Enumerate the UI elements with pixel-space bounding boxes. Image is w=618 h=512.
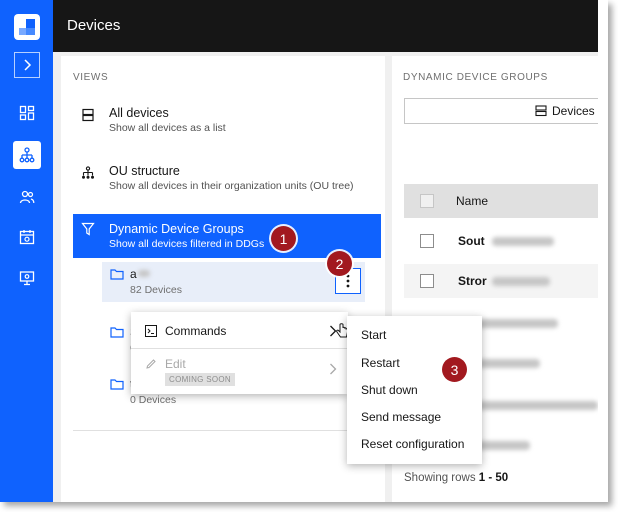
calendar-settings-icon xyxy=(19,230,35,245)
redacted-text xyxy=(492,237,554,246)
step-badge: 3 xyxy=(442,357,467,382)
row-name: Sout xyxy=(458,234,485,248)
group-name: a xyxy=(130,267,137,281)
commands-submenu: Start Restart Shut down Send message Res… xyxy=(347,316,482,464)
row-name: Stror xyxy=(458,274,487,288)
step-badge: 1 xyxy=(271,226,296,251)
app-window: Devices VIEWS All devices Show all devic… xyxy=(0,0,608,502)
app-logo xyxy=(14,14,40,40)
groups-section-label: DYNAMIC DEVICE GROUPS xyxy=(403,72,548,83)
group-count: 0 Devices xyxy=(130,394,177,406)
redacted-text xyxy=(474,359,540,368)
view-ou-structure[interactable]: OU structure Show all devices in their o… xyxy=(73,162,381,206)
submenu-item-restart[interactable]: Restart xyxy=(361,356,400,370)
torn-edge-shape xyxy=(598,0,608,502)
pagination-label: Showing rows xyxy=(404,472,476,484)
divider xyxy=(73,430,381,431)
content-area: VIEWS All devices Show all devices as a … xyxy=(53,52,608,502)
redacted-text xyxy=(474,401,598,410)
coming-soon-tag: COMING SOON xyxy=(165,373,235,386)
org-tree-icon xyxy=(19,147,35,163)
submenu-item-reset-configuration[interactable]: Reset configuration xyxy=(361,437,464,451)
rail-schedule[interactable] xyxy=(13,223,41,251)
menu-item-edit: Edit COMING SOON xyxy=(131,352,348,390)
redacted-text xyxy=(474,441,530,450)
group-count: 82 Devices xyxy=(130,284,182,296)
dashboard-icon xyxy=(19,105,35,121)
table-row[interactable]: Stror xyxy=(404,264,608,298)
view-desc: Show all devices as a list xyxy=(109,122,226,134)
rail-device-config[interactable] xyxy=(13,264,41,292)
row-checkbox[interactable] xyxy=(420,274,434,288)
submenu-item-start[interactable]: Start xyxy=(361,328,386,342)
folder-icon xyxy=(110,327,124,338)
terminal-icon xyxy=(145,325,157,337)
top-bar: Devices xyxy=(53,0,608,52)
view-all-devices[interactable]: All devices Show all devices as a list xyxy=(73,104,381,148)
redacted-text xyxy=(492,277,550,286)
menu-divider xyxy=(131,348,348,349)
org-tree-icon xyxy=(82,166,94,179)
menu-item-label: Edit xyxy=(165,357,186,371)
column-header-name[interactable]: Name xyxy=(456,194,488,208)
devices-tab-switcher[interactable]: Devices xyxy=(404,98,608,124)
chevron-right-icon xyxy=(24,59,32,71)
table-header: Name xyxy=(404,184,608,218)
select-all-checkbox[interactable] xyxy=(420,194,434,208)
menu-item-commands[interactable]: Commands xyxy=(131,316,348,346)
view-desc: Show all devices in their organization u… xyxy=(109,180,354,192)
view-title: Dynamic Device Groups xyxy=(109,222,244,236)
row-checkbox[interactable] xyxy=(420,234,434,248)
chevron-right-icon xyxy=(330,363,337,375)
table-row[interactable]: Sout xyxy=(404,224,608,258)
submenu-item-send-message[interactable]: Send message xyxy=(361,410,441,424)
filter-icon xyxy=(81,222,95,236)
folder-icon xyxy=(110,379,124,390)
expand-rail-button[interactable] xyxy=(14,52,40,78)
view-title: OU structure xyxy=(109,164,180,178)
users-icon xyxy=(19,190,35,204)
submenu-item-shut-down[interactable]: Shut down xyxy=(361,383,418,397)
views-panel: VIEWS All devices Show all devices as a … xyxy=(61,56,385,502)
pencil-icon xyxy=(146,359,156,369)
list-icon xyxy=(535,105,547,117)
side-rail xyxy=(0,0,53,502)
view-desc: Show all devices filtered in DDGs xyxy=(109,238,265,250)
views-section-label: VIEWS xyxy=(73,72,109,83)
device-settings-icon xyxy=(19,271,35,286)
redacted-text xyxy=(138,270,150,277)
step-badge: 2 xyxy=(327,251,352,276)
folder-icon xyxy=(110,269,124,280)
rail-devices[interactable] xyxy=(13,141,41,169)
list-icon xyxy=(82,108,94,122)
group-row[interactable]: a 82 Devices xyxy=(102,262,365,302)
group-context-menu: Commands Edit COMING SOON xyxy=(131,312,348,394)
rail-dashboard[interactable] xyxy=(13,99,41,127)
torn-edge xyxy=(598,0,608,502)
pagination-range: 1 - 50 xyxy=(478,472,509,484)
kebab-icon xyxy=(346,274,350,288)
page-title: Devices xyxy=(67,17,121,34)
view-title: All devices xyxy=(109,106,169,120)
devices-tab-label: Devices xyxy=(552,104,595,118)
pagination-summary: Showing rows 1 - 50 xyxy=(404,472,508,484)
redacted-text xyxy=(474,319,558,328)
menu-item-label: Commands xyxy=(165,324,227,338)
rail-users[interactable] xyxy=(13,183,41,211)
